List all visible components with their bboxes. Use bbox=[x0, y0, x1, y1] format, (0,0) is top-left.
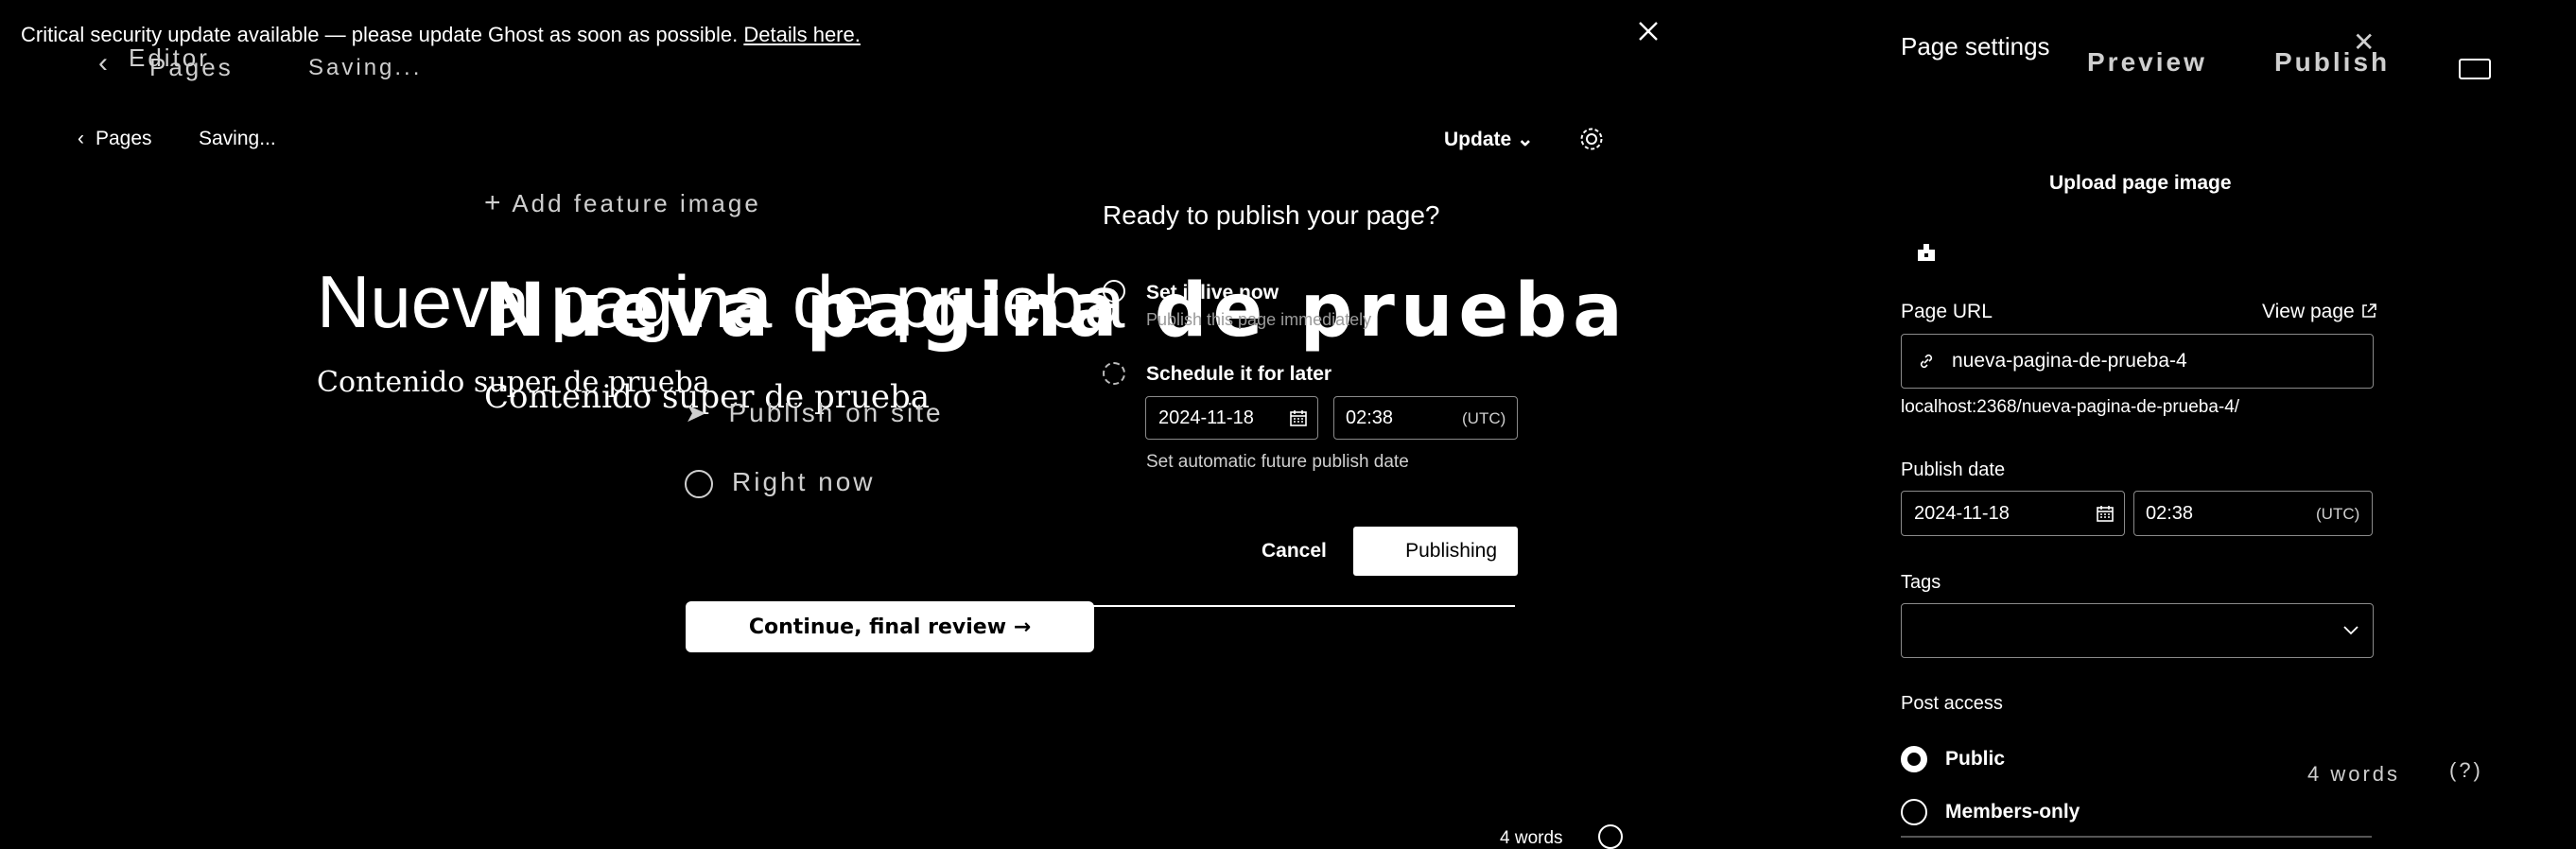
ghost-saving: Saving... bbox=[308, 55, 423, 80]
sidebar-toggle-icon[interactable] bbox=[2459, 59, 2491, 79]
option-later-label: Schedule it for later bbox=[1146, 363, 1332, 385]
page-url-input[interactable]: nueva-pagina-de-prueba-4 bbox=[1901, 334, 2374, 389]
page-url-label: Page URL bbox=[1901, 301, 1993, 322]
publish-date-input[interactable]: 2024-11-18 bbox=[1901, 491, 2125, 536]
publish-date-label: Publish date bbox=[1901, 459, 2006, 480]
ghost-word-count: 4 words bbox=[2307, 762, 2401, 786]
settings-button[interactable] bbox=[1577, 125, 1606, 158]
chevron-down-icon bbox=[2343, 626, 2358, 635]
ghost-publish-on-site: ➤ Publish on site bbox=[685, 398, 944, 427]
ghost-continue-button: Continue, final review → bbox=[686, 601, 1094, 652]
modal-heading: Ready to publish your page? bbox=[1103, 200, 1440, 230]
external-link-icon bbox=[2361, 303, 2376, 318]
timezone-label: (UTC) bbox=[1462, 409, 1506, 427]
view-page-link[interactable]: View page bbox=[2262, 301, 2377, 323]
schedule-time-input[interactable]: 02:38 (UTC) bbox=[1333, 396, 1518, 440]
image-icon bbox=[1918, 244, 1935, 261]
ghost-help-icon: (?) bbox=[2449, 758, 2483, 782]
sidebar-title: Page settings bbox=[1901, 32, 2050, 61]
chevron-down-icon: ⌄ bbox=[1517, 129, 1534, 150]
ghost-right-now: Right now bbox=[685, 467, 876, 498]
option-now-desc: Publish this page immediately bbox=[1146, 310, 1372, 329]
close-icon bbox=[1639, 21, 1658, 41]
schedule-hint: Set automatic future publish date bbox=[1146, 452, 1409, 472]
ghost-add-feature-image: + Add feature image bbox=[484, 187, 761, 218]
back-to-pages-button[interactable]: ‹ Pages bbox=[78, 128, 152, 150]
page-title[interactable]: Nueva pagina de prueba bbox=[317, 259, 1124, 345]
calendar-icon[interactable] bbox=[2096, 504, 2115, 523]
radio-public[interactable] bbox=[1901, 746, 1927, 772]
ghost-close-icon: ✕ bbox=[2353, 27, 2378, 57]
schedule-date-input[interactable]: 2024-11-18 bbox=[1145, 396, 1318, 440]
chevron-left-icon: ‹ bbox=[78, 128, 84, 149]
publishing-button[interactable]: Publishing bbox=[1353, 527, 1518, 576]
post-access-label: Post access bbox=[1901, 693, 2003, 714]
update-button[interactable]: Update ⌄ bbox=[1444, 128, 1534, 151]
upload-page-image-button[interactable]: Upload page image bbox=[2049, 172, 2232, 195]
banner-close-button[interactable] bbox=[1634, 19, 1662, 47]
option-now-label: Set it live now bbox=[1146, 282, 1279, 303]
security-banner: Critical security update available — ple… bbox=[21, 23, 861, 47]
gear-icon bbox=[1580, 128, 1603, 150]
radio-schedule-later[interactable] bbox=[1103, 362, 1125, 385]
publish-time-input[interactable]: 02:38 (UTC) bbox=[2133, 491, 2373, 536]
tags-select[interactable] bbox=[1901, 603, 2374, 658]
sidebar-divider bbox=[1901, 836, 2372, 838]
clock-icon bbox=[685, 469, 713, 498]
ghost-divider bbox=[1078, 605, 1515, 607]
send-icon: ➤ bbox=[685, 398, 710, 427]
save-status: Saving... bbox=[199, 128, 276, 149]
ghost-preview: Preview bbox=[2087, 47, 2207, 77]
link-icon bbox=[1920, 354, 1933, 369]
cancel-button[interactable]: Cancel bbox=[1262, 540, 1327, 563]
help-icon[interactable] bbox=[1598, 824, 1623, 849]
timezone-label: (UTC) bbox=[2316, 505, 2360, 523]
calendar-icon[interactable] bbox=[1289, 408, 1308, 427]
word-count: 4 words bbox=[1500, 828, 1563, 848]
full-url: localhost:2368/nueva-pagina-de-prueba-4/ bbox=[1901, 397, 2240, 417]
radio-set-live-now[interactable] bbox=[1103, 280, 1125, 303]
plus-icon: + bbox=[484, 187, 504, 218]
access-option-label: Public bbox=[1945, 748, 2006, 770]
banner-message: Critical security update available — ple… bbox=[21, 23, 739, 46]
ghost-editor-label: Editor bbox=[129, 43, 210, 72]
radio-members-only[interactable] bbox=[1901, 799, 1927, 825]
page-body[interactable]: Contenido super de prueba bbox=[317, 366, 710, 399]
banner-details-link[interactable]: Details here. bbox=[743, 23, 861, 46]
ghost-back-chevron: ‹ bbox=[98, 47, 111, 78]
access-option-label: Members-only bbox=[1945, 801, 2080, 823]
tags-label: Tags bbox=[1901, 572, 1941, 593]
